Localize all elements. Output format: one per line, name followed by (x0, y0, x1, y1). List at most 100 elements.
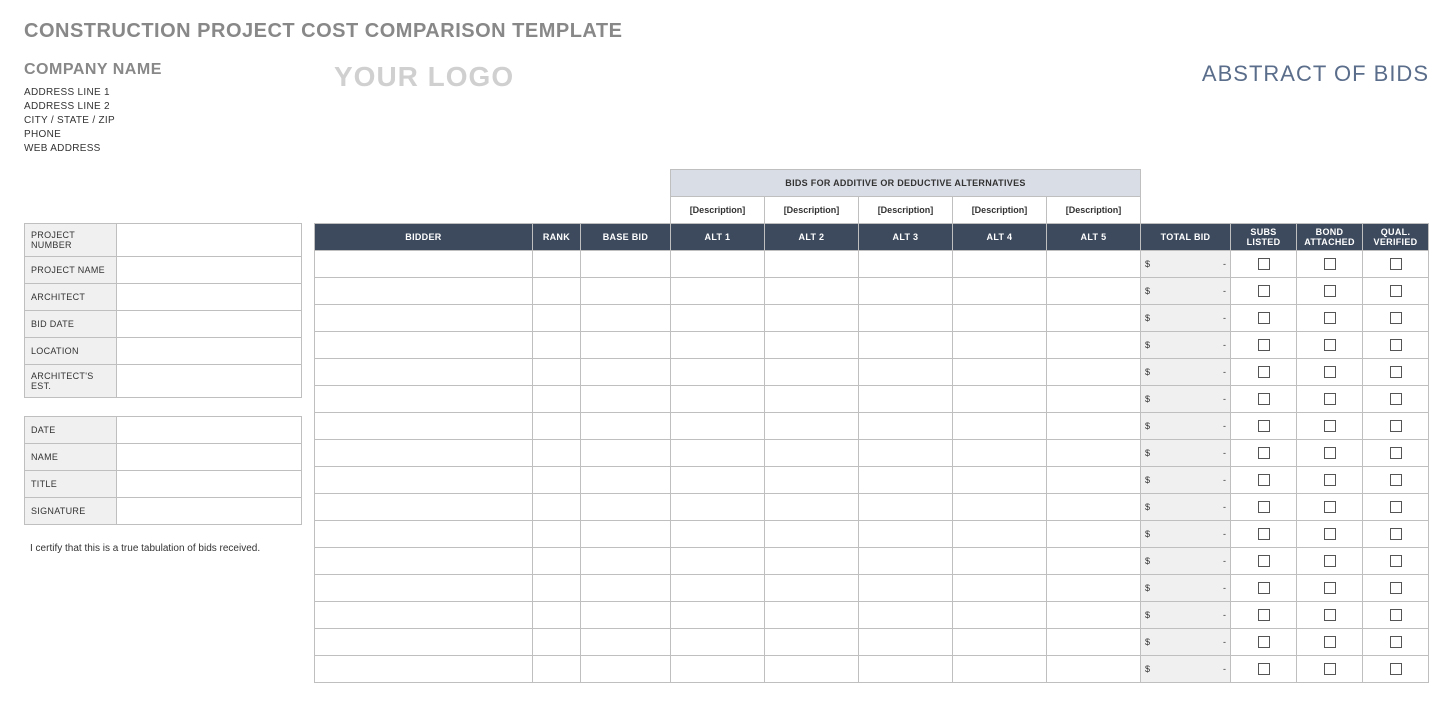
checkbox-icon[interactable] (1390, 393, 1402, 405)
checkbox-icon[interactable] (1390, 528, 1402, 540)
cell[interactable] (952, 602, 1046, 629)
cell[interactable] (952, 251, 1046, 278)
value-project-number[interactable] (117, 224, 302, 257)
cell[interactable] (532, 278, 580, 305)
cell[interactable] (580, 413, 670, 440)
checkbox-icon[interactable] (1324, 555, 1336, 567)
checkbox-icon[interactable] (1258, 258, 1270, 270)
cell[interactable] (532, 494, 580, 521)
checkbox-icon[interactable] (1324, 447, 1336, 459)
cell[interactable] (670, 629, 764, 656)
cell[interactable] (1046, 332, 1140, 359)
cell[interactable] (858, 629, 952, 656)
cell[interactable] (580, 494, 670, 521)
cell[interactable] (532, 575, 580, 602)
cell[interactable] (670, 386, 764, 413)
cell[interactable] (952, 575, 1046, 602)
cell[interactable] (1046, 278, 1140, 305)
cell[interactable] (764, 278, 858, 305)
cell[interactable] (858, 251, 952, 278)
cell[interactable] (314, 359, 532, 386)
cell[interactable] (764, 386, 858, 413)
cell[interactable] (952, 413, 1046, 440)
checkbox-icon[interactable] (1324, 609, 1336, 621)
cell[interactable] (670, 359, 764, 386)
checkbox-icon[interactable] (1258, 420, 1270, 432)
cell[interactable] (1046, 467, 1140, 494)
cell[interactable] (580, 467, 670, 494)
checkbox-icon[interactable] (1324, 312, 1336, 324)
cell[interactable] (314, 440, 532, 467)
cell[interactable] (858, 332, 952, 359)
cell[interactable] (532, 305, 580, 332)
cell[interactable] (764, 440, 858, 467)
checkbox-icon[interactable] (1324, 582, 1336, 594)
value-architects-est[interactable] (117, 365, 302, 398)
checkbox-icon[interactable] (1324, 258, 1336, 270)
checkbox-icon[interactable] (1258, 501, 1270, 513)
value-signature[interactable] (117, 498, 302, 525)
cell[interactable] (670, 575, 764, 602)
cell[interactable] (314, 656, 532, 683)
cell[interactable] (764, 494, 858, 521)
cell[interactable] (670, 602, 764, 629)
cell[interactable] (858, 278, 952, 305)
checkbox-icon[interactable] (1258, 555, 1270, 567)
checkbox-icon[interactable] (1258, 609, 1270, 621)
cell[interactable] (580, 548, 670, 575)
checkbox-icon[interactable] (1390, 339, 1402, 351)
cell[interactable] (670, 332, 764, 359)
cell[interactable] (858, 305, 952, 332)
cell[interactable] (1046, 413, 1140, 440)
checkbox-icon[interactable] (1258, 312, 1270, 324)
cell[interactable] (1046, 386, 1140, 413)
cell[interactable] (952, 332, 1046, 359)
cell[interactable] (858, 656, 952, 683)
checkbox-icon[interactable] (1390, 636, 1402, 648)
cell[interactable] (532, 656, 580, 683)
cell[interactable] (670, 305, 764, 332)
checkbox-icon[interactable] (1324, 393, 1336, 405)
cell[interactable] (580, 251, 670, 278)
cell[interactable] (314, 629, 532, 656)
cell[interactable] (580, 575, 670, 602)
cell[interactable] (952, 656, 1046, 683)
cell[interactable] (764, 575, 858, 602)
checkbox-icon[interactable] (1390, 366, 1402, 378)
checkbox-icon[interactable] (1390, 420, 1402, 432)
cell[interactable] (532, 440, 580, 467)
cell[interactable] (764, 548, 858, 575)
cell[interactable] (314, 278, 532, 305)
checkbox-icon[interactable] (1324, 285, 1336, 297)
cell[interactable] (952, 629, 1046, 656)
checkbox-icon[interactable] (1258, 339, 1270, 351)
cell[interactable] (764, 332, 858, 359)
cell[interactable] (952, 521, 1046, 548)
cell[interactable] (580, 521, 670, 548)
cell[interactable] (858, 440, 952, 467)
value-title[interactable] (117, 471, 302, 498)
checkbox-icon[interactable] (1390, 663, 1402, 675)
value-location[interactable] (117, 338, 302, 365)
cell[interactable] (764, 467, 858, 494)
checkbox-icon[interactable] (1258, 528, 1270, 540)
checkbox-icon[interactable] (1258, 474, 1270, 486)
cell[interactable] (580, 278, 670, 305)
cell[interactable] (580, 602, 670, 629)
cell[interactable] (858, 575, 952, 602)
value-project-name[interactable] (117, 257, 302, 284)
cell[interactable] (1046, 494, 1140, 521)
cell[interactable] (764, 656, 858, 683)
checkbox-icon[interactable] (1390, 285, 1402, 297)
cell[interactable] (532, 332, 580, 359)
cell[interactable] (580, 440, 670, 467)
cell[interactable] (532, 413, 580, 440)
cell[interactable] (1046, 521, 1140, 548)
value-architect[interactable] (117, 284, 302, 311)
cell[interactable] (532, 386, 580, 413)
cell[interactable] (532, 602, 580, 629)
cell[interactable] (858, 386, 952, 413)
cell[interactable] (952, 305, 1046, 332)
cell[interactable] (532, 251, 580, 278)
cell[interactable] (314, 386, 532, 413)
